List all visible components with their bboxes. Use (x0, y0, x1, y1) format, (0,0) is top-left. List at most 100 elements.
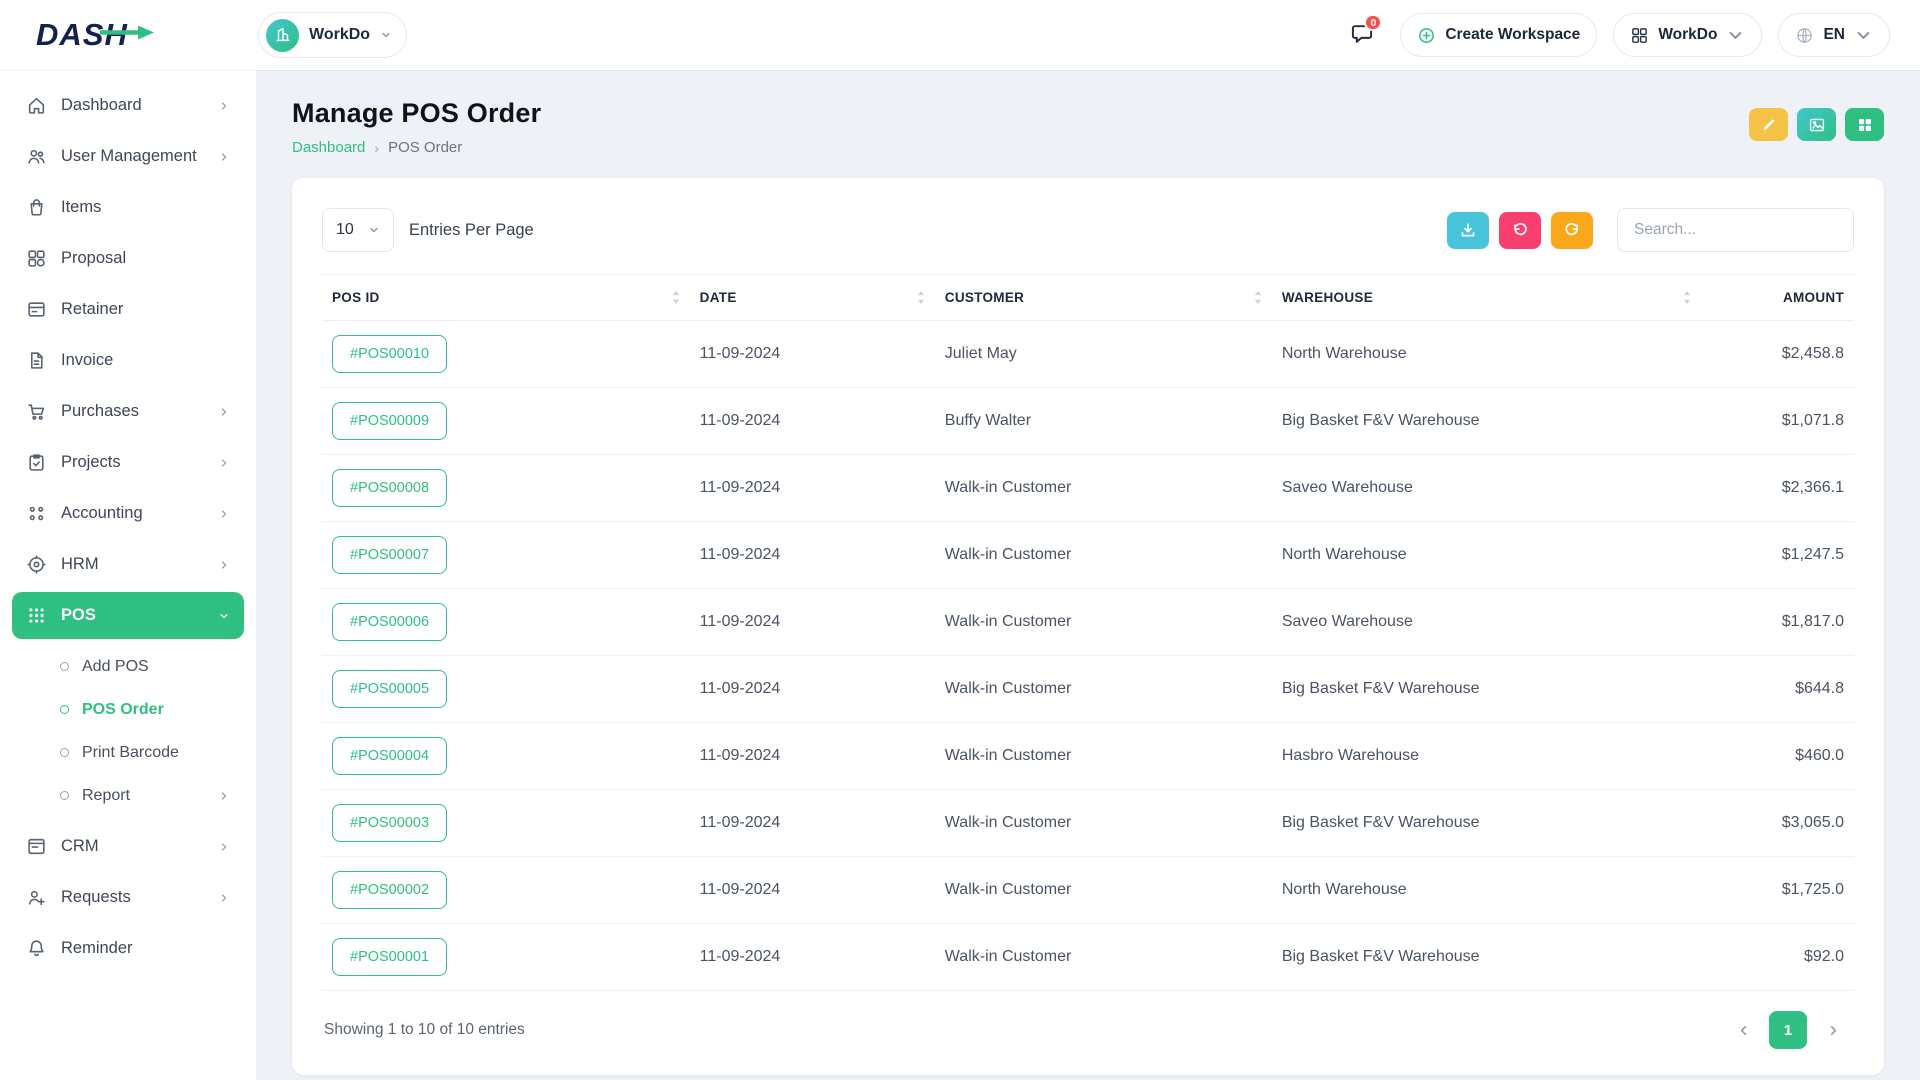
cell-warehouse: Saveo Warehouse (1272, 589, 1701, 656)
cell-date: 11-09-2024 (690, 656, 935, 723)
page-quick-actions (1749, 108, 1884, 141)
table-row: #POS0000711-09-2024Walk-in CustomerNorth… (322, 522, 1854, 589)
chevron-right-icon (218, 151, 230, 163)
table-row: #POS0000211-09-2024Walk-in CustomerNorth… (322, 857, 1854, 924)
items-icon (26, 197, 47, 218)
hrm-icon (26, 554, 47, 575)
pagination-next-button[interactable] (1814, 1011, 1852, 1049)
search-input[interactable] (1617, 208, 1854, 252)
sidebar-item-items[interactable]: Items (12, 184, 244, 231)
cell-pos-id: #POS00006 (322, 589, 690, 656)
messages-badge: 0 (1364, 14, 1382, 31)
sidebar-item-proposal[interactable]: Proposal (12, 235, 244, 282)
create-workspace-button[interactable]: Create Workspace (1400, 13, 1597, 57)
cell-amount: $2,366.1 (1701, 455, 1854, 522)
bullet-icon (60, 662, 69, 671)
sidebar-item-purchases[interactable]: Purchases (12, 388, 244, 435)
sidebar-item-user-management[interactable]: User Management (12, 133, 244, 180)
table-row: #POS0000311-09-2024Walk-in CustomerBig B… (322, 790, 1854, 857)
cell-amount: $2,458.8 (1701, 321, 1854, 388)
sidebar-item-invoice[interactable]: Invoice (12, 337, 244, 384)
pos-id-link[interactable]: #POS00006 (332, 603, 447, 641)
pos-id-link[interactable]: #POS00002 (332, 871, 447, 909)
cell-warehouse: Hasbro Warehouse (1272, 723, 1701, 790)
sidebar-item-dashboard[interactable]: Dashboard (12, 82, 244, 129)
refresh-button[interactable] (1551, 212, 1593, 249)
pos-id-link[interactable]: #POS00010 (332, 335, 447, 373)
brand-logo[interactable]: DASH (36, 17, 258, 53)
reset-button[interactable] (1499, 212, 1541, 249)
entries-per-page-select[interactable]: 10 (322, 208, 394, 252)
sidebar-item-hrm[interactable]: HRM (12, 541, 244, 588)
cell-amount: $92.0 (1701, 924, 1854, 991)
cell-date: 11-09-2024 (690, 589, 935, 656)
sidebar-item-retainer[interactable]: Retainer (12, 286, 244, 333)
header-actions: 0 Create Workspace WorkDo EN (1340, 13, 1890, 57)
media-button[interactable] (1797, 108, 1836, 141)
cell-pos-id: #POS00010 (322, 321, 690, 388)
pos-id-link[interactable]: #POS00003 (332, 804, 447, 842)
cell-pos-id: #POS00002 (322, 857, 690, 924)
grid-view-button[interactable] (1845, 108, 1884, 141)
requests-icon (26, 887, 47, 908)
cell-warehouse: North Warehouse (1272, 857, 1701, 924)
pagination-page-1-button[interactable]: 1 (1769, 1011, 1807, 1049)
cell-amount: $644.8 (1701, 656, 1854, 723)
column-header-date[interactable]: DATE (690, 275, 935, 321)
sidebar-item-requests[interactable]: Requests (12, 874, 244, 921)
pos-id-link[interactable]: #POS00007 (332, 536, 447, 574)
sidebar-subitem-print-barcode[interactable]: Print Barcode (12, 731, 244, 774)
pos-id-link[interactable]: #POS00004 (332, 737, 447, 775)
sidebar: DashboardUser ManagementItemsProposalRet… (0, 70, 256, 1080)
pos-submenu: Add POSPOS OrderPrint BarcodeReport (12, 643, 244, 823)
top-header: DASH WorkDo 0 Create Workspace (0, 0, 1920, 70)
sidebar-subitem-report[interactable]: Report (12, 774, 244, 817)
workspace-selector[interactable]: WorkDo (258, 12, 407, 58)
column-header-label: AMOUNT (1783, 290, 1844, 305)
globe-icon (1795, 26, 1814, 45)
messages-button[interactable]: 0 (1340, 13, 1384, 57)
sidebar-item-accounting[interactable]: Accounting (12, 490, 244, 537)
pos-id-link[interactable]: #POS00009 (332, 402, 447, 440)
app-switcher-label: WorkDo (1658, 26, 1717, 44)
pos-id-link[interactable]: #POS00005 (332, 670, 447, 708)
cell-amount: $460.0 (1701, 723, 1854, 790)
sidebar-item-label: Purchases (61, 402, 204, 421)
pos-id-link[interactable]: #POS00008 (332, 469, 447, 507)
column-header-warehouse[interactable]: WAREHOUSE (1272, 275, 1701, 321)
export-button[interactable] (1447, 212, 1489, 249)
column-header-pos-id[interactable]: POS ID (322, 275, 690, 321)
reminder-icon (26, 938, 47, 959)
sidebar-item-projects[interactable]: Projects (12, 439, 244, 486)
sidebar-item-label: Invoice (61, 351, 230, 370)
cell-date: 11-09-2024 (690, 388, 935, 455)
sort-icon (1254, 291, 1262, 304)
sidebar-subitem-add-pos[interactable]: Add POS (12, 645, 244, 688)
table-row: #POS0000811-09-2024Walk-in CustomerSaveo… (322, 455, 1854, 522)
breadcrumb-dashboard-link[interactable]: Dashboard (292, 139, 365, 156)
column-header-amount[interactable]: AMOUNT (1701, 275, 1854, 321)
sidebar-subitem-pos-order[interactable]: POS Order (12, 688, 244, 731)
app-switcher-button[interactable]: WorkDo (1613, 13, 1762, 57)
pos-order-card: 10 Entries Per Page (292, 178, 1884, 1075)
language-selector[interactable]: EN (1778, 13, 1890, 57)
sidebar-item-reminder[interactable]: Reminder (12, 925, 244, 972)
cell-warehouse: Big Basket F&V Warehouse (1272, 388, 1701, 455)
table-row: #POS0000611-09-2024Walk-in CustomerSaveo… (322, 589, 1854, 656)
cell-amount: $1,071.8 (1701, 388, 1854, 455)
sidebar-item-pos[interactable]: POS (12, 592, 244, 639)
pos-id-link[interactable]: #POS00001 (332, 938, 447, 976)
table-row: #POS0000511-09-2024Walk-in CustomerBig B… (322, 656, 1854, 723)
column-header-customer[interactable]: CUSTOMER (935, 275, 1272, 321)
sidebar-item-crm[interactable]: CRM (12, 823, 244, 870)
sidebar-item-label: HRM (61, 555, 204, 574)
pencil-icon (1760, 116, 1778, 134)
sort-icon (672, 291, 680, 304)
chevron-down-icon (368, 224, 380, 236)
cell-pos-id: #POS00009 (322, 388, 690, 455)
customize-button[interactable] (1749, 108, 1788, 141)
pagination-prev-button[interactable] (1724, 1011, 1762, 1049)
chevron-right-icon (1826, 1023, 1841, 1038)
home-icon (26, 95, 47, 116)
table-row: #POS0000111-09-2024Walk-in CustomerBig B… (322, 924, 1854, 991)
